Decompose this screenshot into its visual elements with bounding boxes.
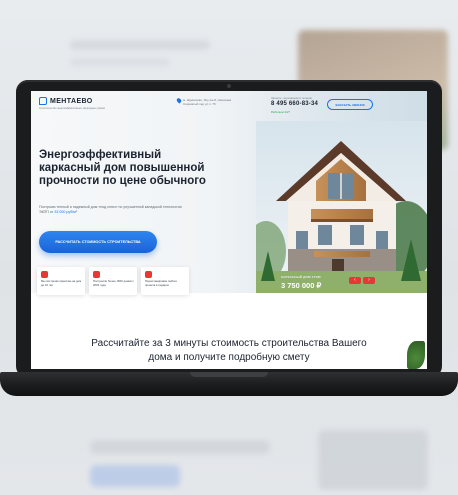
section-title: Рассчитайте за 3 минуты стоимость строит… — [91, 338, 367, 363]
hero-lead-price: 33 000 руб/м² — [54, 210, 77, 214]
laptop-screen: МЕНТАЕВО строительство энергоэффективных… — [31, 91, 427, 369]
price-card: КАРКАСНЫЙ ДОМ 1ТЭМ 3 750 000 ₽ — [281, 275, 321, 290]
phone-number[interactable]: 8 495 660-83-34 — [271, 101, 318, 107]
shield-icon — [41, 271, 48, 278]
feature-text: Мы построим гарантию на дом до 10 лет — [41, 279, 82, 287]
hero-lead: Построим теплый и надежный дом «под ключ… — [39, 205, 189, 215]
slider-arrows: ‹ › — [349, 277, 375, 284]
prev-arrow-button[interactable]: ‹ — [349, 277, 361, 284]
next-arrow-button[interactable]: › — [363, 277, 375, 284]
document-icon — [145, 271, 152, 278]
price-label: КАРКАСНЫЙ ДОМ 1ТЭМ — [281, 275, 321, 279]
house-illustration — [246, 121, 427, 293]
house-icon — [93, 271, 100, 278]
feature-text: Перепланировка любого проекта в подарок — [145, 279, 178, 287]
callback-button[interactable]: ЗАКАЗАТЬ ЗВОНОК — [327, 99, 373, 110]
bg-subheading-block — [70, 58, 170, 66]
laptop-base — [0, 372, 458, 396]
feature-card: Мы построим гарантию на дом до 10 лет — [37, 267, 85, 295]
laptop-notch — [190, 372, 268, 377]
logo-icon — [39, 97, 47, 105]
bg-button-block — [90, 465, 180, 487]
laptop-lid: МЕНТАЕВО строительство энергоэффективных… — [16, 80, 442, 378]
logo-text: МЕНТАЕВО — [50, 97, 93, 105]
feature-card: Перепланировка любого проекта в подарок — [141, 267, 189, 295]
hero-headline: Энергоэффективный каркасный дом повышенн… — [39, 149, 206, 187]
calculator-section: Рассчитайте за 3 минуты стоимость строит… — [31, 301, 427, 369]
logo[interactable]: МЕНТАЕВО — [39, 97, 93, 105]
tagline: строительство энергоэффективных загородн… — [39, 107, 105, 110]
phone-note: Звоните, перезвоним в течение — [271, 96, 313, 100]
house-photo — [246, 121, 427, 293]
address: м. Щукинская, Ясу-Ан 8, Николаев Сорокат… — [183, 98, 232, 106]
feature-card: Построили более 1600 домов с 2002 года — [89, 267, 137, 295]
bg-text-block — [90, 440, 270, 454]
hero-section: МЕНТАЕВО строительство энергоэффективных… — [31, 91, 427, 295]
plant-decoration — [407, 341, 425, 369]
bg-heading-block — [70, 40, 210, 50]
price-value: 3 750 000 ₽ — [281, 281, 322, 290]
location-pin-icon — [175, 97, 183, 104]
camera-icon — [227, 84, 231, 88]
feature-cards: Мы построим гарантию на дом до 10 лет По… — [31, 267, 277, 297]
feature-text: Построили более 1600 домов с 2002 года — [93, 279, 134, 287]
site-header: МЕНТАЕВО строительство энергоэффективных… — [31, 91, 427, 125]
online-status: Работаем 24/7 — [271, 110, 290, 114]
calculate-cost-button[interactable]: РАССЧИТАТЬ СТОИМОСТЬ СТРОИТЕЛЬСТВА — [39, 231, 157, 253]
bg-card-block — [318, 430, 428, 490]
